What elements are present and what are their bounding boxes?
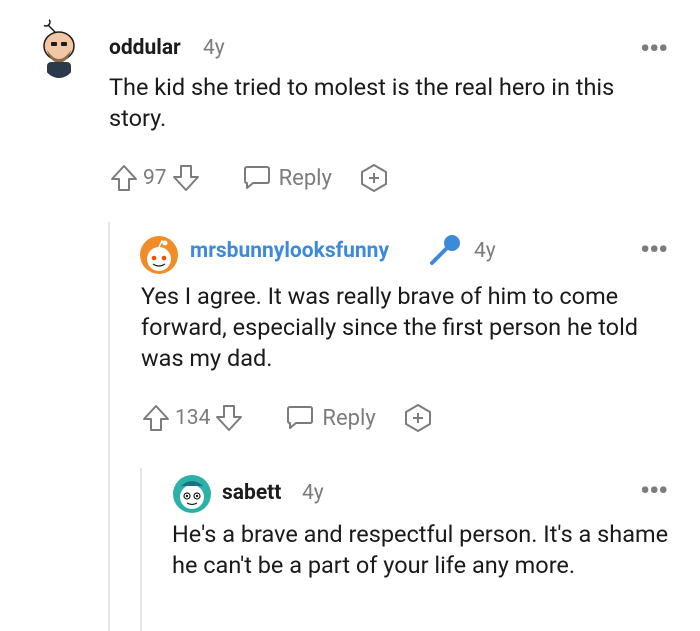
comment-body: The kid she tried to molest is the real …	[109, 73, 615, 132]
comment-actions: 134 Reply	[141, 403, 433, 433]
snoo-teal-avatar-icon	[172, 475, 212, 514]
comment-username[interactable]: mrsbunnylooksfunny	[190, 238, 389, 264]
more-options-icon[interactable]: •••	[640, 236, 668, 264]
vote-count: 97	[143, 166, 167, 190]
comment-body: He's a brave and respectful person. It's…	[172, 520, 669, 579]
comment-username[interactable]: sabett	[222, 480, 281, 506]
more-options-icon[interactable]: •••	[640, 477, 668, 505]
reply-label: Reply	[322, 405, 376, 431]
microphone-icon	[428, 233, 462, 271]
speech-bubble-icon	[286, 405, 314, 431]
vote-count: 134	[175, 406, 211, 430]
more-options-icon[interactable]: •••	[640, 35, 668, 63]
user-avatar[interactable]	[139, 235, 179, 275]
award-plus-icon[interactable]	[403, 403, 433, 433]
comment-actions: 97 Reply	[109, 163, 389, 193]
award-plus-icon[interactable]	[359, 163, 389, 193]
downvote-arrow-icon[interactable]	[214, 403, 244, 433]
comment-body: Yes I agree. It was really brave of him …	[141, 282, 639, 372]
user-avatar[interactable]	[38, 16, 80, 78]
comment-age[interactable]: 4y	[302, 480, 324, 506]
user-avatar[interactable]	[172, 474, 212, 514]
upvote-arrow-icon[interactable]	[141, 403, 171, 433]
downvote-arrow-icon[interactable]	[171, 163, 201, 193]
comment-age[interactable]: 4y	[474, 238, 496, 264]
comment-username[interactable]: oddular	[109, 35, 181, 61]
comment-age[interactable]: 4y	[203, 35, 225, 61]
thread-line-level-2[interactable]	[140, 468, 142, 631]
reply-label: Reply	[278, 165, 332, 191]
snoo-orange-avatar-icon	[139, 236, 179, 275]
reply-button[interactable]: Reply	[243, 165, 332, 191]
reply-button[interactable]: Reply	[286, 405, 376, 431]
speech-bubble-icon	[243, 165, 271, 191]
upvote-arrow-icon[interactable]	[109, 163, 139, 193]
thread-line-level-1[interactable]	[108, 222, 110, 631]
bald-man-avatar-icon	[38, 17, 80, 78]
